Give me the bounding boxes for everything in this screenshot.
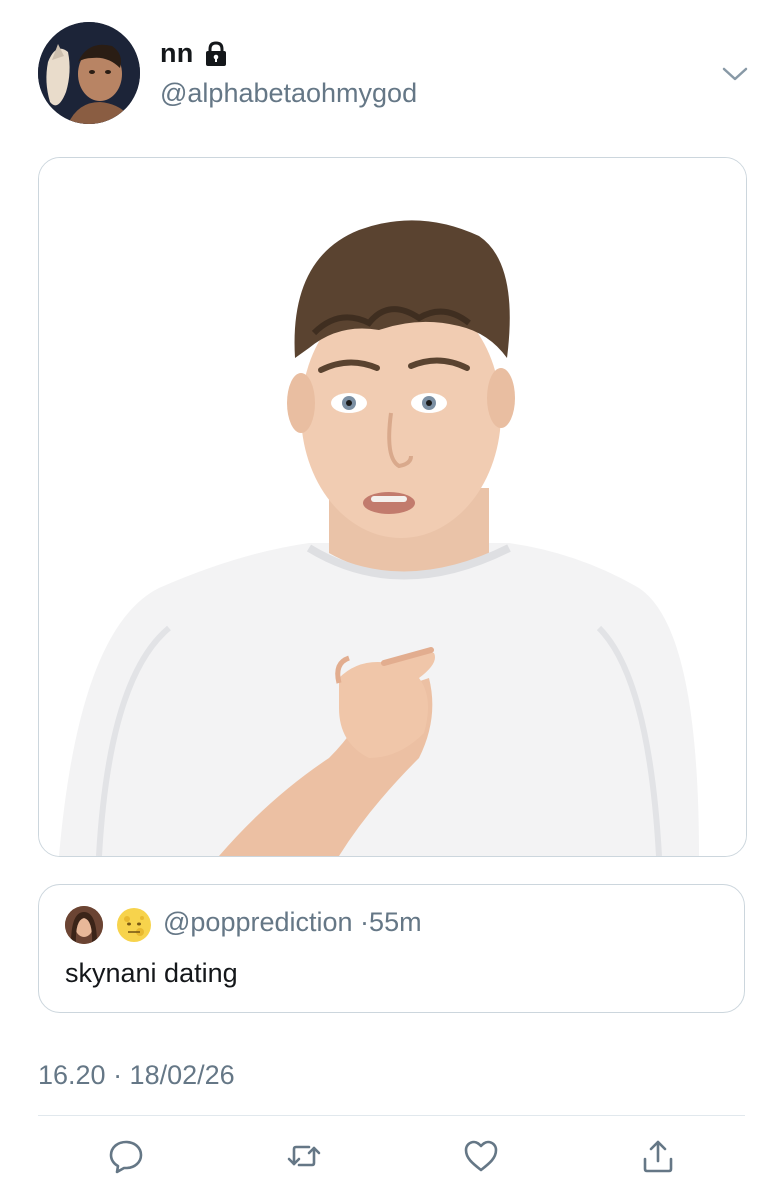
- chevron-down-icon[interactable]: [720, 62, 750, 86]
- name-row: nn: [160, 38, 230, 69]
- quoted-handle[interactable]: @popprediction: [163, 907, 353, 937]
- display-name[interactable]: nn: [160, 38, 194, 69]
- moon-emoji-icon: [117, 908, 151, 942]
- photo-boy-pointing-self: [39, 158, 746, 856]
- share-button[interactable]: [632, 1130, 684, 1182]
- retweet-button[interactable]: [278, 1130, 330, 1182]
- tweet-actions: [0, 1130, 784, 1186]
- share-icon: [643, 1140, 673, 1173]
- meta-separator: ·: [360, 907, 370, 937]
- tweet-header: nn @alphabetaohmygod: [0, 0, 784, 150]
- lock-icon: [205, 40, 226, 66]
- retweet-icon: [287, 1145, 321, 1167]
- reply-button[interactable]: [100, 1130, 152, 1182]
- quoted-tweet-card[interactable]: @popprediction ·55m skynani dating: [38, 884, 745, 1013]
- quoted-user-avatar[interactable]: [65, 906, 103, 944]
- quoted-tweet-meta: @popprediction ·55m: [163, 907, 422, 938]
- quoted-age: 55m: [369, 907, 422, 937]
- reply-icon: [109, 1140, 143, 1174]
- tweet-timestamp[interactable]: 16.20 · 18/02/26: [38, 1060, 235, 1091]
- tweet-media-image[interactable]: [38, 157, 747, 857]
- divider: [38, 1115, 745, 1116]
- user-avatar[interactable]: [38, 22, 140, 124]
- like-button[interactable]: [455, 1130, 507, 1182]
- quoted-tweet-text: skynani dating: [65, 958, 238, 988]
- heart-icon: [464, 1140, 498, 1172]
- user-handle[interactable]: @alphabetaohmygod: [160, 78, 417, 109]
